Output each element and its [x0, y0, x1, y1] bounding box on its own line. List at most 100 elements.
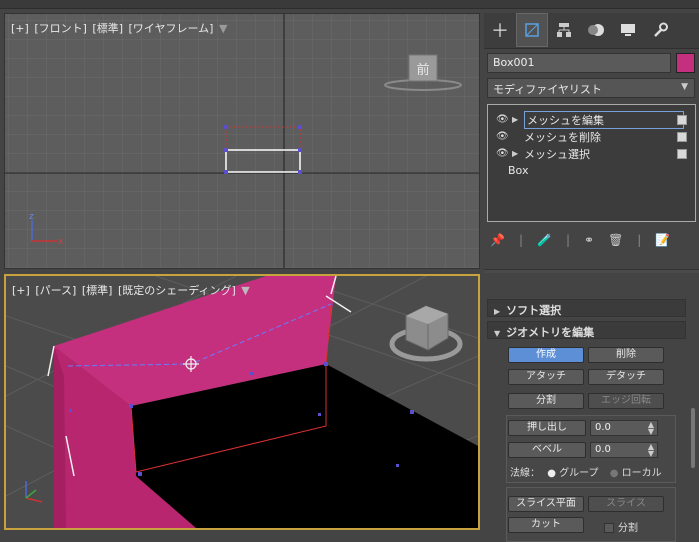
bevel-row: ベベル 0.0 ▲ ▼ — [508, 442, 658, 458]
viewcube-face-label: 前 — [416, 62, 429, 78]
tab-display[interactable] — [612, 13, 644, 47]
app-window: z x 前 [+] [フロント] [標準] [ワイヤフレーム] ▼ [+] [パ… — [0, 0, 699, 542]
bevel-button[interactable]: ベベル — [508, 442, 586, 458]
extrude-row: 押し出し 0.0 ▲ ▼ — [508, 420, 658, 436]
make-unique-icon[interactable]: ⚭ — [584, 233, 594, 247]
tab-motion[interactable] — [580, 13, 612, 47]
vp-menu-standard[interactable]: [標準] — [82, 284, 113, 297]
vp-menu-plus[interactable]: [+] — [12, 284, 30, 297]
extrude-spinner[interactable]: 0.0 ▲ ▼ — [590, 420, 658, 436]
collapse-icon: ▼ — [494, 329, 501, 338]
stack-item-label: メッシュを編集 — [524, 110, 684, 129]
slice-plane-button[interactable]: スライス平面 — [508, 496, 584, 512]
checkbox-icon[interactable] — [604, 523, 614, 533]
stack-toolbar: 📌 | 🧪 | ⚭ 🗑 | 📝 — [490, 231, 690, 249]
display-icon — [621, 24, 635, 36]
expand-icon[interactable]: ▶ — [512, 115, 524, 124]
radio-local-label[interactable]: ローカル — [622, 468, 662, 479]
vp-menu-shading[interactable]: [既定のシェーディング] — [118, 284, 236, 297]
create-button[interactable]: 作成 — [508, 347, 584, 363]
checkbox-icon[interactable] — [677, 149, 687, 159]
stack-item-box[interactable]: Box — [488, 162, 695, 179]
detach-button[interactable]: デタッチ — [588, 369, 664, 385]
vp-menu-view[interactable]: [パース] — [35, 284, 76, 297]
perspective-viewport-label[interactable]: [+] [パース] [標準] [既定のシェーディング] ▼ — [12, 282, 252, 298]
normals-label: 法線： — [510, 468, 540, 479]
divider: | — [565, 233, 570, 247]
stack-base-label: Box — [508, 164, 529, 177]
svg-text:z: z — [29, 212, 34, 222]
object-color-swatch[interactable] — [676, 53, 695, 73]
rollout-edit-geometry[interactable]: ▼ ジオメトリを編集 — [487, 321, 686, 339]
vp-menu-shading[interactable]: [ワイヤフレーム] — [129, 22, 214, 35]
command-panel: ＋ Box001 モディファイヤリスト ▼ 👁 ▶ メッシュを編集 👁 メッシュ… — [484, 13, 699, 542]
object-name-field[interactable]: Box001 — [487, 53, 671, 73]
front-viewport-label[interactable]: [+] [フロント] [標準] [ワイヤフレーム] ▼ — [11, 20, 229, 36]
eye-icon[interactable]: 👁 — [496, 148, 512, 159]
tab-hierarchy[interactable] — [548, 13, 580, 47]
modifier-list-label: モディファイヤリスト — [493, 83, 602, 96]
tab-modify[interactable] — [516, 13, 548, 47]
tab-utilities[interactable] — [644, 13, 676, 47]
modify-icon — [525, 23, 539, 37]
front-viewport[interactable]: z x 前 [+] [フロント] [標準] [ワイヤフレーム] ▼ — [4, 13, 480, 269]
hierarchy-icon — [557, 23, 571, 37]
chevron-down-icon: ▼ — [681, 82, 688, 92]
stack-item-edit-mesh[interactable]: 👁 ▶ メッシュを編集 — [488, 110, 695, 129]
vp-menu-plus[interactable]: [+] — [11, 22, 29, 35]
pin-icon[interactable]: 📌 — [490, 233, 505, 247]
vp-menu-standard[interactable]: [標準] — [92, 22, 123, 35]
eye-icon[interactable]: 👁 — [496, 131, 512, 142]
plus-icon: ＋ — [491, 21, 509, 42]
rollout-title: ジオメトリを編集 — [506, 326, 595, 339]
panel-tabs: ＋ — [484, 13, 699, 49]
cut-button[interactable]: カット — [508, 517, 584, 533]
divide-button[interactable]: 分割 — [508, 393, 584, 409]
spinner-value: 0.0 — [595, 444, 611, 455]
radio-group-icon[interactable]: ● — [547, 468, 556, 479]
attach-button[interactable]: アタッチ — [508, 369, 584, 385]
motion-icon — [588, 24, 604, 36]
trash-icon[interactable]: 🗑 — [608, 233, 623, 247]
panel-scrollbar[interactable] — [691, 408, 695, 468]
checkbox-icon[interactable] — [677, 115, 687, 125]
extrude-button[interactable]: 押し出し — [508, 420, 586, 436]
radio-local-icon[interactable]: ● — [610, 468, 619, 479]
wrench-icon — [654, 22, 668, 37]
panel-divider[interactable] — [484, 269, 699, 273]
filter-icon[interactable]: ▼ — [241, 284, 249, 297]
tab-create[interactable]: ＋ — [484, 13, 516, 47]
spinner-arrows-icon[interactable]: ▲ ▼ — [648, 421, 654, 436]
edge-turn-button[interactable]: エッジ回転 — [588, 393, 664, 409]
delete-button[interactable]: 削除 — [588, 347, 664, 363]
perspective-viewport[interactable]: [+] [パース] [標準] [既定のシェーディング] ▼ — [4, 274, 480, 530]
configure-icon[interactable]: 📝 — [655, 233, 670, 247]
spinner-value: 0.0 — [595, 422, 611, 433]
svg-text:x: x — [58, 237, 64, 247]
stack-item-mesh-select[interactable]: 👁 ▶ メッシュ選択 — [488, 145, 695, 162]
front-grid: z x 前 — [5, 14, 479, 268]
modifier-stack: 👁 ▶ メッシュを編集 👁 メッシュを削除 👁 ▶ メッシュ選択 Box — [487, 104, 696, 222]
vp-menu-view[interactable]: [フロント] — [34, 22, 87, 35]
stack-item-label: メッシュを削除 — [524, 130, 601, 144]
stack-item-label: メッシュ選択 — [524, 147, 590, 161]
eye-icon[interactable]: 👁 — [496, 114, 512, 125]
rollout-soft-selection[interactable]: ▶ ソフト選択 — [487, 299, 686, 317]
checkbox-icon[interactable] — [677, 132, 687, 142]
bevel-spinner[interactable]: 0.0 ▲ ▼ — [590, 442, 658, 458]
divider: | — [518, 233, 523, 247]
slice-button[interactable]: スライス — [588, 496, 664, 512]
modifier-list-dropdown[interactable]: モディファイヤリスト ▼ — [487, 78, 695, 98]
split-checkbox-row[interactable]: 分割 — [604, 519, 638, 534]
rollout-title: ソフト選択 — [506, 304, 562, 317]
filter-icon[interactable]: ▼ — [219, 22, 227, 35]
expand-icon: ▶ — [494, 307, 501, 316]
radio-group-label[interactable]: グループ — [559, 468, 598, 479]
show-end-result-icon[interactable]: 🧪 — [537, 233, 552, 247]
stack-item-delete-mesh[interactable]: 👁 メッシュを削除 — [488, 128, 695, 145]
top-bar — [0, 0, 699, 9]
spinner-arrows-icon[interactable]: ▲ ▼ — [648, 443, 654, 458]
divider: | — [637, 233, 642, 247]
normals-row: 法線： ● グループ ● ローカル — [510, 464, 680, 480]
expand-icon[interactable]: ▶ — [512, 149, 524, 158]
